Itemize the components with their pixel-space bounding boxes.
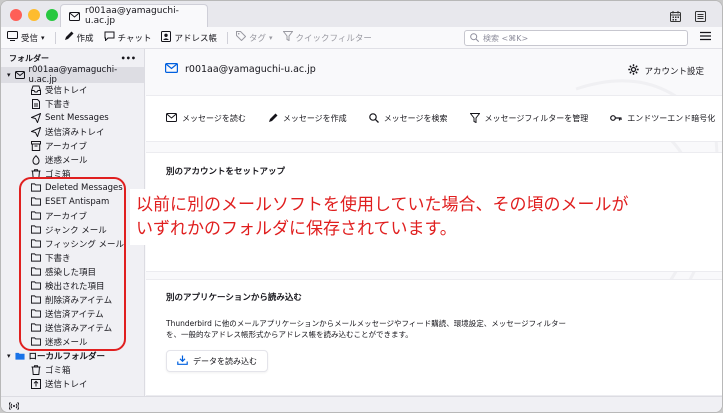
minimize-window-button[interactable] (28, 9, 40, 21)
tag-icon (235, 31, 247, 44)
close-window-button[interactable] (10, 9, 22, 21)
folder-label: ゴミ箱 (45, 366, 71, 376)
tag-button[interactable]: タグ ▾ (235, 31, 273, 44)
folder-item[interactable]: 迷惑メール (1, 153, 144, 167)
chevron-down-icon[interactable]: ▾ (41, 34, 45, 42)
highlight-box (19, 177, 126, 351)
read-messages-button[interactable]: メッセージを読む (166, 113, 246, 124)
folder-local-folders[interactable]: ▾ ローカルフォルダー (1, 349, 144, 363)
mail-tab-icon (69, 11, 80, 21)
chat-icon (104, 31, 115, 44)
setup-account-title: 別のアカウントをセットアップ (166, 167, 286, 177)
account-title: r001aa@yamaguchi-u.ac.jp (165, 63, 316, 76)
annotation-line-1: 以前に別のメールソフトを使用していた場合、その頃のメールが (136, 195, 629, 215)
account-settings-button[interactable]: アカウント設定 (628, 64, 704, 78)
hamburger-icon (700, 31, 711, 44)
local-folder-list: ゴミ箱 送信トレイ (1, 363, 144, 391)
toolbar-divider (226, 31, 228, 44)
status-bar (1, 396, 722, 412)
chevron-down-icon[interactable]: ▾ (7, 71, 11, 79)
trash-icon (31, 365, 41, 375)
pencil-icon (64, 31, 74, 44)
envelope-icon (166, 113, 177, 124)
address-book-icon (161, 30, 172, 45)
sent-icon (31, 113, 41, 123)
inbox-icon (31, 85, 41, 95)
filter-icon (281, 31, 294, 44)
mail-icon (165, 63, 179, 76)
key-icon (610, 114, 622, 124)
tab-title: r001aa@yamaguchi-u.ac.jp (85, 6, 179, 26)
folder-item[interactable]: 受信トレイ (1, 83, 144, 97)
search-icon (470, 32, 480, 44)
junk-icon (31, 155, 41, 165)
archive-icon (31, 141, 41, 151)
title-bar: r001aa@yamaguchi-u.ac.jp (1, 1, 722, 27)
search-placeholder: 検索 <⌘K> (483, 33, 529, 43)
chat-button[interactable]: チャット (104, 31, 151, 44)
toolbar-divider (54, 31, 56, 44)
folder-item[interactable]: 下書き (1, 97, 144, 111)
import-section: 別のアプリケーションから読み込む Thunderbird に他のメールアプリケー… (146, 279, 722, 396)
calendar-icon[interactable] (670, 7, 681, 26)
local-folder-icon (14, 351, 25, 361)
folder-label: Sent Messages (45, 113, 109, 123)
write-button[interactable]: 作成 (64, 31, 94, 44)
folder-item[interactable]: ゴミ箱 (1, 363, 144, 377)
folder-pane-menu-button[interactable]: ••• (121, 54, 136, 63)
import-icon (177, 355, 188, 367)
get-mail-button[interactable]: 受信 ▾ (7, 31, 45, 44)
folder-label: アーカイブ (45, 142, 87, 152)
draft-icon (31, 99, 41, 109)
e2e-encryption-button[interactable]: エンドツーエンド暗号化 (610, 113, 715, 124)
download-icon (7, 31, 18, 44)
address-book-button[interactable]: アドレス帳 (161, 30, 217, 45)
annotation-line-2: いずれかのフォルダに保存されています。 (136, 219, 457, 239)
folder-item[interactable]: アーカイブ (1, 139, 144, 153)
folder-label: 迷惑メール (45, 156, 88, 166)
write-message-button[interactable]: メッセージを作成 (268, 113, 347, 125)
titlebar-actions (670, 7, 706, 26)
annotation-callout: 以前に別のメールソフトを使用していた場合、その頃のメールが いずれかのフォルダに… (130, 189, 635, 245)
import-description: Thunderbird に他のメールアプリケーションからメールメッセージやフィー… (166, 319, 566, 339)
folder-label: 下書き (45, 100, 71, 110)
import-data-button[interactable]: データを読み込む (166, 350, 268, 372)
outbox-icon (31, 379, 41, 389)
pencil-icon (268, 113, 278, 125)
sent-icon (31, 127, 41, 137)
search-input[interactable]: 検索 <⌘K> (464, 30, 688, 46)
manage-filters-button[interactable]: メッセージフィルターを管理 (469, 112, 588, 125)
import-title: 別のアプリケーションから読み込む (166, 293, 302, 303)
gear-icon (628, 64, 640, 78)
zoom-window-button[interactable] (46, 9, 58, 21)
quick-filter-button[interactable]: クイックフィルター (281, 31, 372, 44)
online-status-icon[interactable] (8, 396, 20, 412)
folder-item[interactable]: 送信済みトレイ (1, 125, 144, 139)
main-toolbar: 受信 ▾ 作成 チャット アドレス帳 タグ ▾ クイックフィルター 検索 <⌘K (1, 27, 722, 49)
folder-item[interactable]: Sent Messages (1, 111, 144, 125)
app-menu-button[interactable] (700, 31, 711, 44)
tasks-icon[interactable] (695, 7, 706, 26)
filter-icon (469, 112, 481, 125)
folder-label: 送信済みトレイ (45, 128, 105, 138)
chevron-down-icon: ▾ (269, 33, 273, 42)
tab-account[interactable]: r001aa@yamaguchi-u.ac.jp (60, 4, 208, 27)
folder-item[interactable]: 送信トレイ (1, 377, 144, 391)
folder-label: 送信トレイ (45, 380, 88, 390)
thunderbird-window: r001aa@yamaguchi-u.ac.jp 受信 ▾ 作成 チャット アド… (0, 0, 723, 413)
folder-account[interactable]: ▾ r001aa@yamaguchi-u.ac.jp (1, 65, 144, 85)
chevron-down-icon[interactable]: ▾ (7, 352, 11, 360)
search-messages-button[interactable]: メッセージを検索 (368, 112, 448, 125)
search-icon (368, 112, 379, 125)
account-actions: メッセージを読む メッセージを作成 メッセージを検索 メッセージフィルターを管理… (146, 95, 722, 142)
folder-label: 受信トレイ (45, 86, 88, 96)
account-mail-icon (14, 70, 25, 80)
